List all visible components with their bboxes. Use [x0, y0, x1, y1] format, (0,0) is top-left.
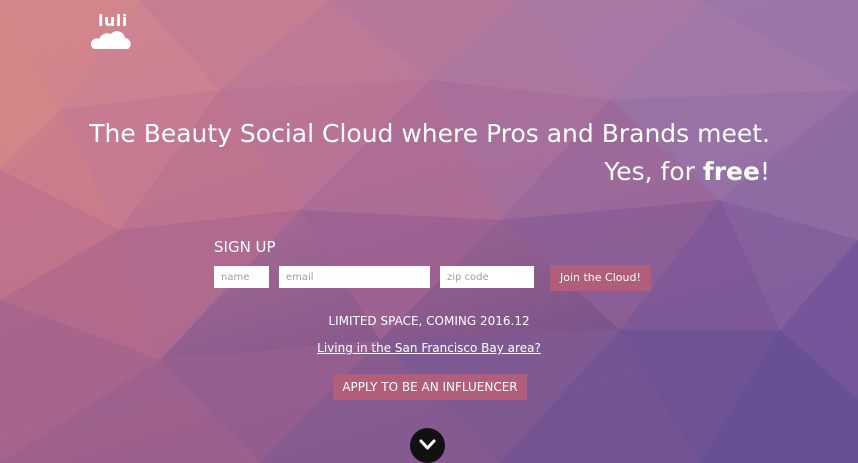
chevron-down-icon: [419, 439, 436, 450]
limited-space-notice: LIMITED SPACE, COMING 2016.12: [328, 314, 530, 328]
logo-text: luli: [98, 11, 128, 30]
zip-code-input[interactable]: [440, 266, 534, 288]
headline-line-1: The Beauty Social Cloud where Pros and B…: [89, 119, 770, 148]
email-input[interactable]: [279, 266, 430, 288]
headline-free-text: free: [702, 157, 760, 186]
cloud-icon: [90, 31, 131, 49]
join-the-cloud-button[interactable]: Join the Cloud!: [550, 265, 651, 291]
bay-area-link-text[interactable]: Living in the San Francisco Bay area?: [317, 341, 541, 355]
hero-headline: The Beauty Social Cloud where Pros and B…: [89, 117, 770, 189]
apply-wrapper: APPLY TO BE AN INFLUENCER: [0, 374, 858, 400]
luli-logo[interactable]: luli: [90, 12, 134, 52]
headline-line-2: Yes, for free!: [89, 155, 770, 189]
signup-form: SIGN UP Join the Cloud!: [214, 237, 651, 291]
signup-row: Join the Cloud!: [214, 263, 651, 291]
headline-line-2-prefix: Yes, for: [604, 157, 703, 186]
name-input[interactable]: [214, 266, 269, 288]
apply-influencer-button[interactable]: APPLY TO BE AN INFLUENCER: [333, 374, 527, 400]
signup-title: SIGN UP: [214, 238, 276, 256]
bay-area-link: Living in the San Francisco Bay area?: [0, 341, 858, 355]
scroll-down-button[interactable]: [410, 428, 445, 463]
headline-line-2-suffix: !: [759, 157, 770, 186]
